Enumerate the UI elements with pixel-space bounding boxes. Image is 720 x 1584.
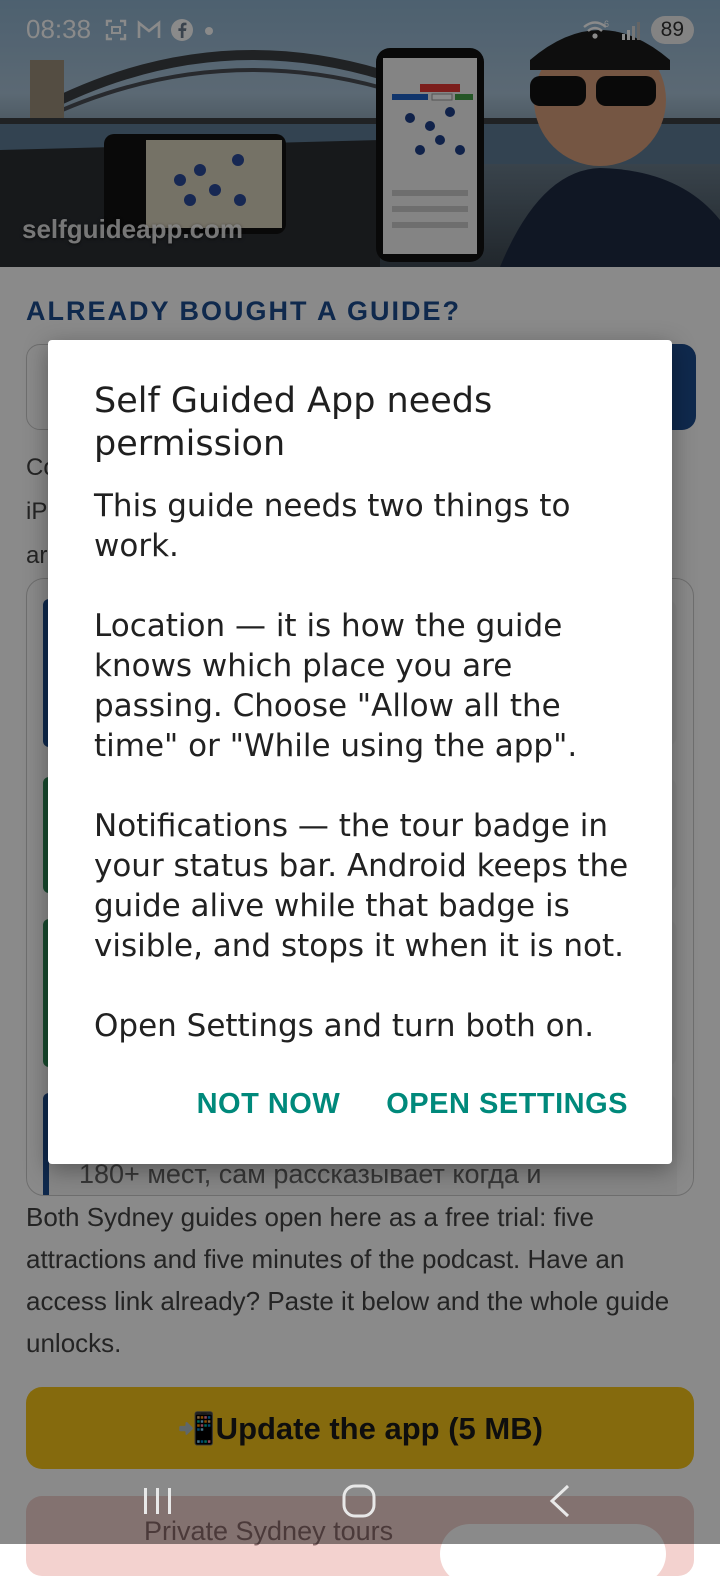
dialog-message: This guide needs two things to work. Loc… <box>94 486 642 1086</box>
back-icon[interactable] <box>540 1480 580 1524</box>
dialog-paragraph: This guide needs two things to work. <box>94 488 571 564</box>
open-settings-button[interactable]: OPEN SETTINGS <box>386 1088 628 1121</box>
dialog-paragraph: Open Settings and turn both on. <box>94 1008 595 1044</box>
dialog-title: Self Guided App needs permission <box>94 381 493 464</box>
home-icon[interactable] <box>338 1480 382 1524</box>
not-now-button[interactable]: NOT NOW <box>197 1088 341 1121</box>
dialog-paragraph: Location — it is how the guide knows whi… <box>94 608 578 764</box>
dialog-paragraph: Notifications — the tour badge in your s… <box>94 808 629 964</box>
recents-icon[interactable] <box>138 1480 178 1524</box>
permission-dialog: Self Guided App needs permission This gu… <box>48 340 672 1164</box>
navigation-bar <box>0 1470 720 1544</box>
dialog-actions: NOT NOW OPEN SETTINGS <box>197 1088 628 1121</box>
